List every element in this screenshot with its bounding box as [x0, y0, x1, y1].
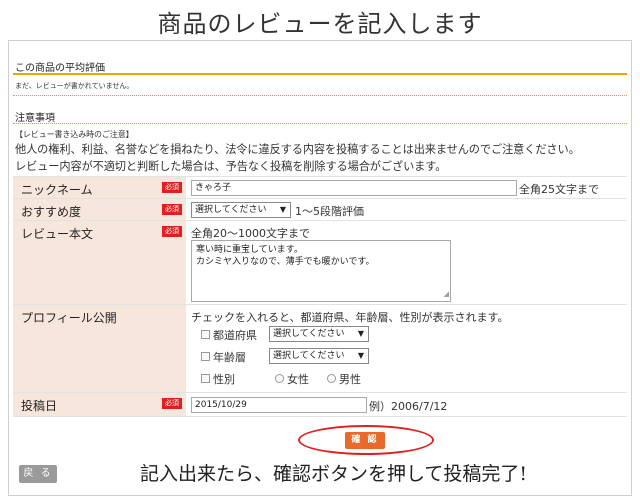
profile-row: プロフィール公開 チェックを入れると、都道府県、年齢層、性別が表示されます。 都…: [13, 304, 627, 393]
female-label: 女性: [287, 373, 309, 386]
section-divider: [13, 123, 627, 124]
back-button[interactable]: 戻 る: [19, 465, 57, 483]
profile-hint: チェックを入れると、都道府県、年齢層、性別が表示されます。: [191, 311, 509, 324]
review-text-line-2: カシミヤ入りなので、薄手でも暖かいです。: [196, 257, 375, 267]
review-label: レビュー本文 必須: [13, 221, 186, 305]
age-select[interactable]: 選択してください ▼: [269, 348, 369, 364]
prefecture-label: 都道府県: [213, 329, 257, 342]
chevron-down-icon: ▼: [357, 329, 364, 338]
required-badge: 必須: [162, 182, 182, 193]
male-label: 男性: [339, 373, 361, 386]
rating-hint: 1～5段階評価: [295, 205, 364, 218]
rating-label-text: おすすめ度: [21, 205, 82, 219]
rating-label: おすすめ度 必須: [13, 199, 186, 221]
table-bottom-border: [13, 416, 627, 417]
rating-select-value: 選択してください: [195, 205, 267, 215]
date-label-text: 投稿日: [21, 399, 58, 413]
profile-label-text: プロフィール公開: [21, 311, 117, 325]
date-input[interactable]: 2015/10/29: [191, 397, 367, 413]
review-label-text: レビュー本文: [21, 227, 94, 241]
avg-rating-message: まだ、レビューが書かれていません。: [15, 82, 134, 90]
required-badge: 必須: [162, 398, 182, 409]
male-radio[interactable]: [327, 374, 336, 383]
review-textarea[interactable]: 寒い時に重宝しています。 カシミヤ入りなので、薄手でも暖かいです。 ◢: [191, 240, 451, 302]
nickname-label-text: ニックネーム: [21, 183, 93, 197]
review-hint: 全角20～1000文字まで: [191, 227, 310, 240]
resize-handle-icon[interactable]: ◢: [444, 288, 449, 300]
avg-rating-title: この商品の平均評価: [15, 63, 105, 74]
review-row: レビュー本文 必須 全角20～1000文字まで 寒い時に重宝しています。 カシミ…: [13, 220, 627, 305]
age-select-value: 選択してください: [273, 351, 345, 361]
nickname-input[interactable]: きゃろ子: [191, 180, 517, 196]
date-example: 例）2006/7/12: [369, 400, 448, 413]
nickname-label: ニックネーム 必須: [13, 177, 186, 199]
review-text-line-1: 寒い時に重宝しています。: [196, 245, 303, 255]
profile-label: プロフィール公開: [13, 305, 186, 393]
date-row: 投稿日 必須 2015/10/29 例）2006/7/12: [13, 392, 627, 417]
notes-line-1: 他人の権利、利益、名誉などを損ねたり、法令に違反する内容を投稿することは出来ませ…: [15, 143, 580, 156]
chevron-down-icon: ▼: [279, 205, 286, 214]
rating-select[interactable]: 選択してください ▼: [191, 202, 291, 218]
instruction-caption: 記入出来たら、確認ボタンを押して投稿完了!: [140, 463, 528, 485]
age-checkbox[interactable]: [201, 352, 210, 361]
notes-subtitle: 【レビュー書き込み時のご注意】: [15, 130, 134, 139]
review-form-container: この商品の平均評価 まだ、レビューが書かれていません。 注意事項 【レビュー書き…: [8, 40, 632, 496]
date-label: 投稿日 必須: [13, 393, 186, 417]
notes-line-2: レビュー内容が不適切と判断した場合は、予告なく投稿を削除する場合がございます。: [15, 160, 447, 173]
prefecture-select[interactable]: 選択してください ▼: [269, 326, 369, 342]
chevron-down-icon: ▼: [357, 351, 364, 360]
age-label: 年齢層: [213, 351, 246, 364]
nickname-hint: 全角25文字まで: [519, 183, 599, 196]
gender-label: 性別: [213, 373, 235, 386]
page-heading: 商品のレビューを記入します: [157, 10, 483, 38]
confirm-button[interactable]: 確 認: [345, 432, 385, 449]
gender-checkbox[interactable]: [201, 374, 210, 383]
female-radio[interactable]: [275, 374, 284, 383]
nickname-row: ニックネーム 必須 きゃろ子 全角25文字まで: [13, 176, 627, 199]
required-badge: 必須: [162, 204, 182, 215]
section-divider: [13, 95, 627, 96]
prefecture-select-value: 選択してください: [273, 329, 345, 339]
prefecture-checkbox[interactable]: [201, 330, 210, 339]
required-badge: 必須: [162, 226, 182, 237]
notes-title: 注意事項: [15, 113, 55, 124]
rating-row: おすすめ度 必須 選択してください ▼ 1～5段階評価: [13, 198, 627, 221]
section-divider: [13, 73, 627, 75]
